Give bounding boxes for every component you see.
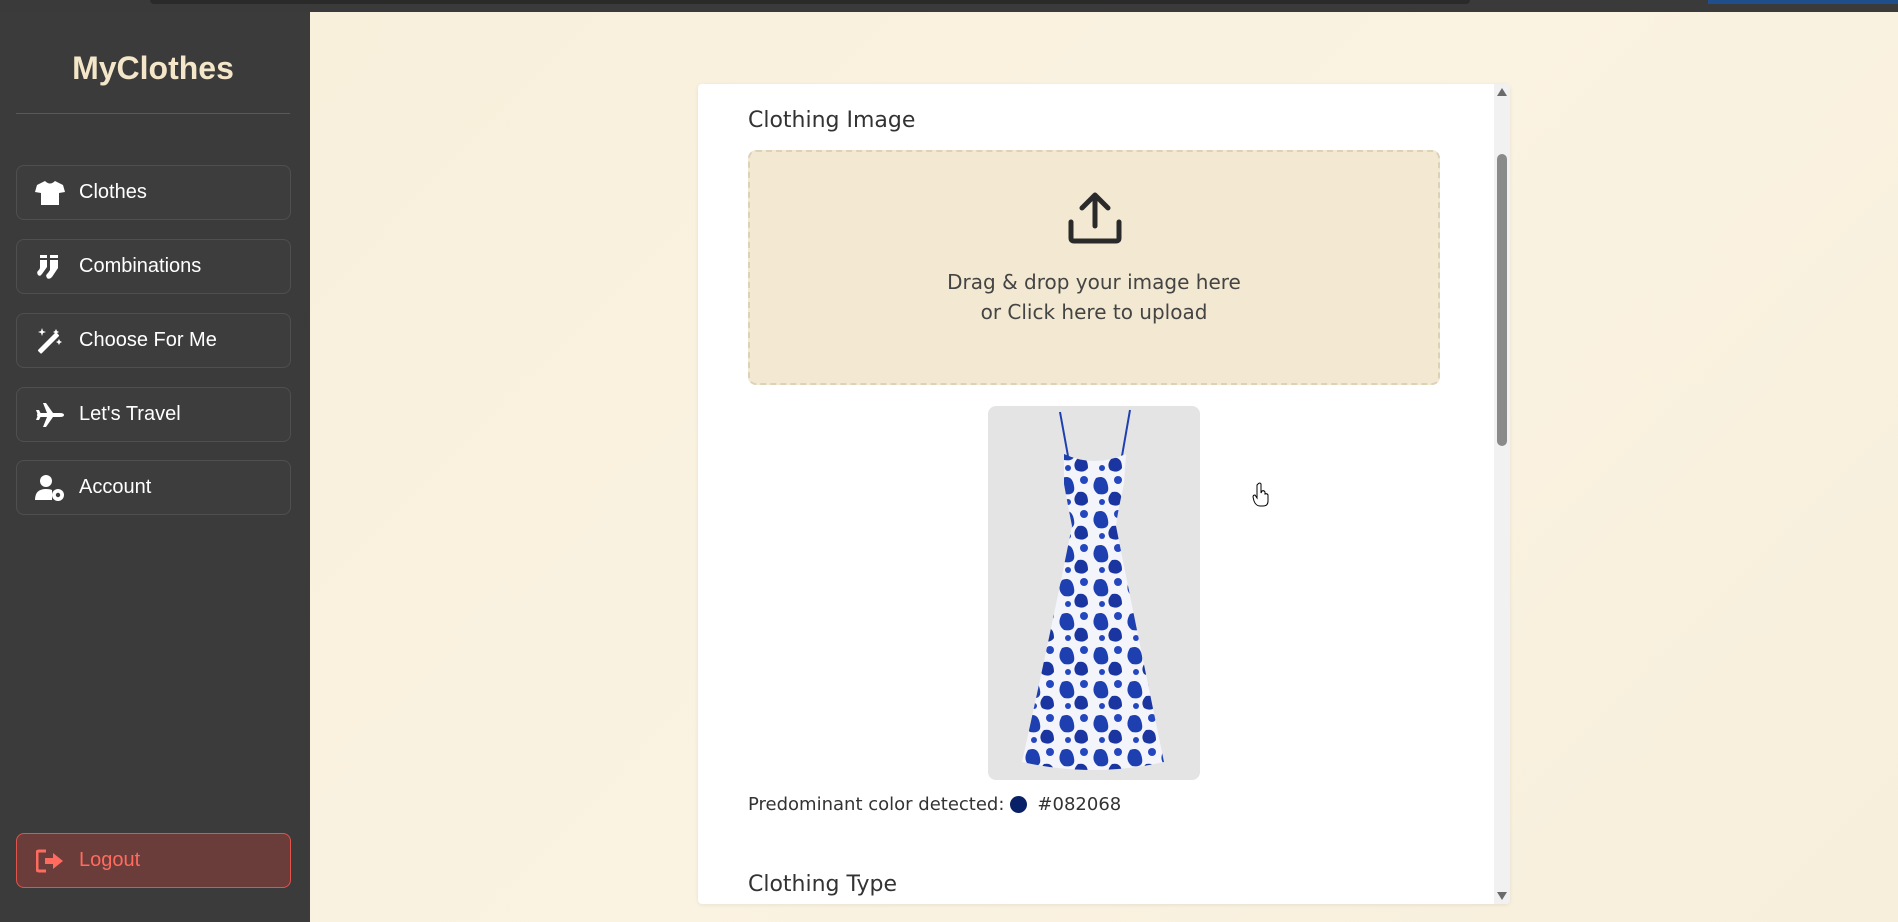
clothing-preview-image xyxy=(988,406,1200,780)
sidebar-item-label: Choose For Me xyxy=(79,329,217,351)
logout-icon xyxy=(35,846,65,876)
magic-wand-icon xyxy=(35,326,65,356)
dropzone-text-line2: or Click here to upload xyxy=(980,300,1208,324)
plane-icon xyxy=(35,400,65,430)
shirt-icon xyxy=(35,178,65,208)
sidebar-divider xyxy=(16,113,290,114)
sidebar-item-combinations[interactable]: Combinations xyxy=(16,239,291,294)
browser-top-strip xyxy=(0,0,1898,12)
predominant-color-row: Predominant color detected: #082068 xyxy=(748,794,1121,815)
sidebar: MyClothes Clothes Combinations Choose Fo… xyxy=(0,12,310,922)
user-gear-icon xyxy=(35,473,65,503)
dropzone-text-line1: Drag & drop your image here xyxy=(947,270,1241,294)
upload-icon xyxy=(1068,192,1122,244)
browser-address-bar-edge xyxy=(150,0,1470,4)
browser-accent-bar xyxy=(1708,0,1898,4)
hand-cursor-icon xyxy=(1252,482,1269,507)
socks-icon xyxy=(35,252,65,282)
sidebar-item-account[interactable]: Account xyxy=(16,460,291,515)
scroll-down-arrow-icon[interactable] xyxy=(1497,892,1507,900)
color-swatch xyxy=(1010,796,1028,813)
scrollbar[interactable] xyxy=(1494,84,1510,904)
scroll-up-arrow-icon[interactable] xyxy=(1497,88,1507,96)
clothing-image-title: Clothing Image xyxy=(748,108,916,133)
logout-button[interactable]: Logout xyxy=(16,833,291,888)
sidebar-item-label: Combinations xyxy=(79,255,202,277)
sidebar-item-lets-travel[interactable]: Let's Travel xyxy=(16,387,291,442)
clothing-form-card: Clothing Image Drag & drop your image he… xyxy=(698,84,1510,904)
app-title: MyClothes xyxy=(72,50,234,86)
predominant-color-label: Predominant color detected: xyxy=(748,794,1005,815)
image-dropzone[interactable]: Drag & drop your image here or Click her… xyxy=(748,150,1440,385)
clothing-type-title: Clothing Type xyxy=(748,872,898,897)
sidebar-item-label: Let's Travel xyxy=(79,403,181,425)
scrollbar-thumb[interactable] xyxy=(1497,154,1507,446)
predominant-color-value: #082068 xyxy=(1037,794,1122,815)
logout-label: Logout xyxy=(79,849,141,871)
sidebar-item-clothes[interactable]: Clothes xyxy=(16,165,291,220)
sidebar-item-label: Account xyxy=(79,476,152,498)
sidebar-item-choose-for-me[interactable]: Choose For Me xyxy=(16,313,291,368)
sidebar-item-label: Clothes xyxy=(79,181,147,203)
